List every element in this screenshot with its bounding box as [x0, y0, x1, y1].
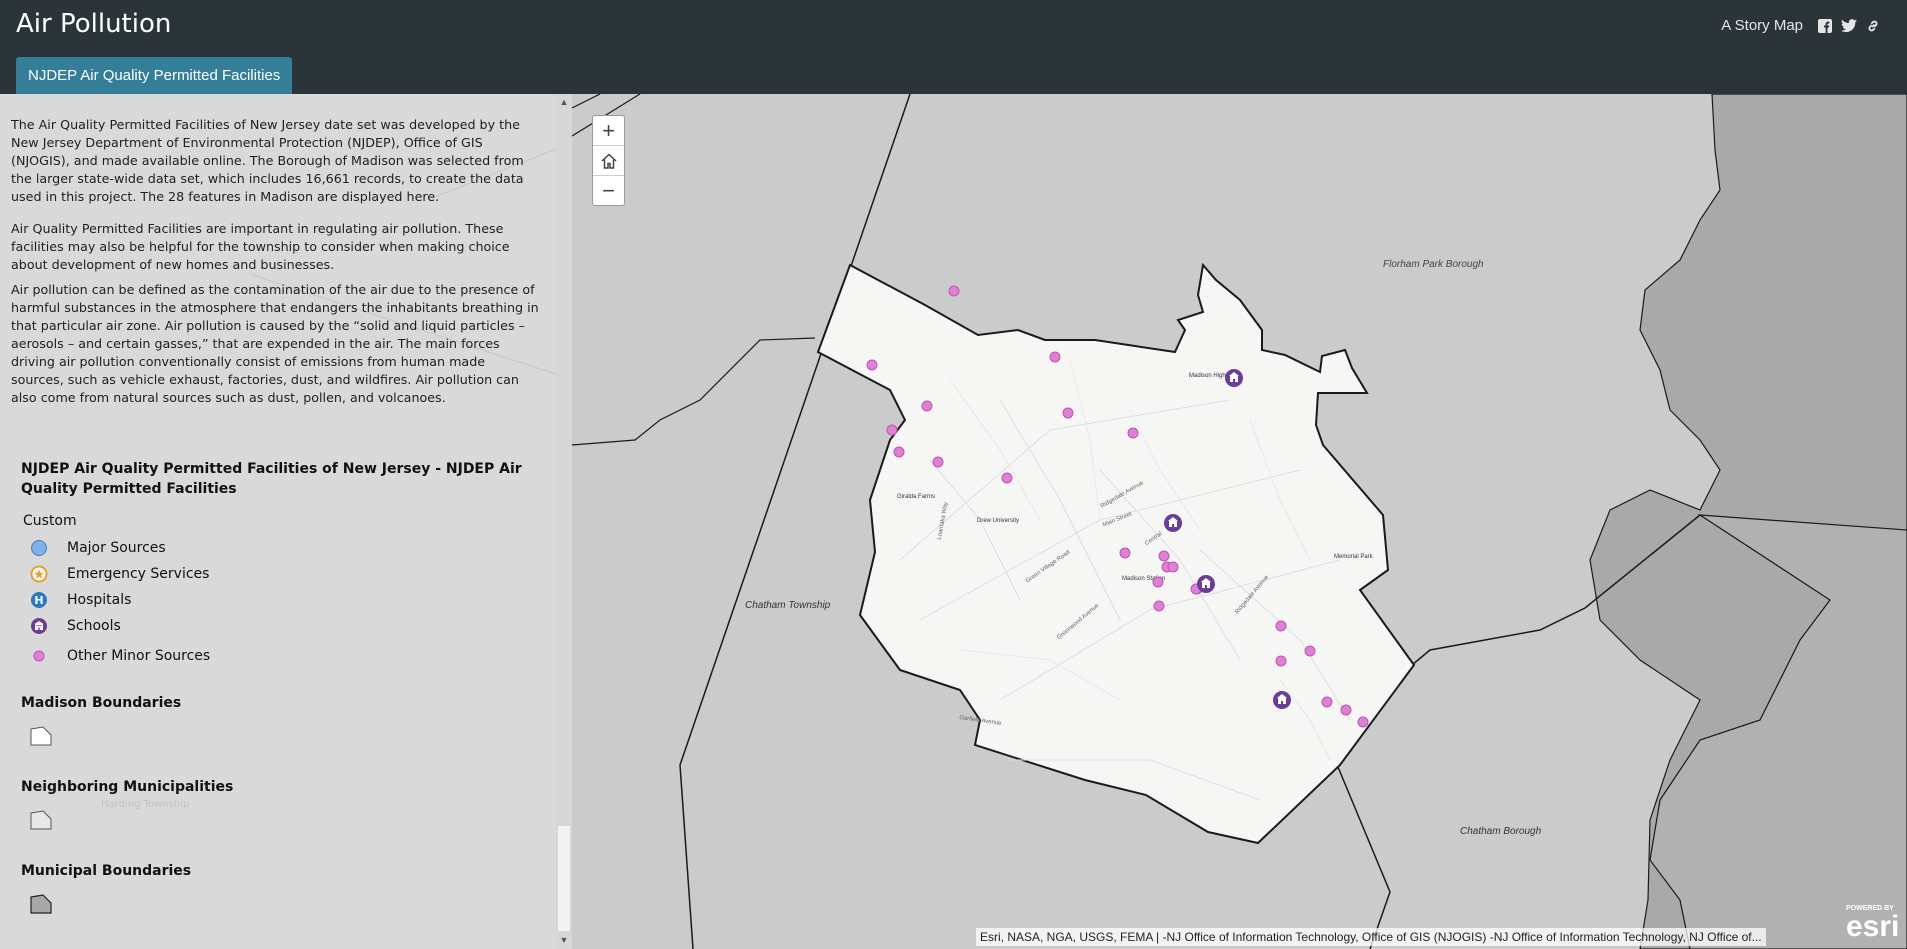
minor-source-marker[interactable]: [921, 400, 933, 412]
home-icon: [600, 152, 617, 169]
polygon-municipal-icon: [29, 893, 531, 919]
minor-source-marker[interactable]: [1062, 407, 1074, 419]
paragraph-importance: Air Quality Permitted Facilities are imp…: [11, 221, 510, 272]
map-legend: NJDEP Air Quality Permitted Facilities o…: [21, 459, 531, 919]
tab-air-quality-facilities[interactable]: NJDEP Air Quality Permitted Facilities: [16, 57, 293, 94]
legend-label: Schools: [67, 618, 121, 634]
minor-source-marker[interactable]: [1153, 600, 1165, 612]
svg-text:H: H: [34, 594, 43, 607]
zoom-in-button[interactable]: +: [593, 116, 624, 146]
minor-source-marker[interactable]: [886, 424, 898, 436]
legend-section-neighboring: Neighboring Municipalities: [21, 779, 234, 795]
home-button[interactable]: [593, 146, 624, 176]
facility-layer: [866, 285, 1369, 728]
minor-source-marker[interactable]: [1152, 576, 1164, 588]
legend-item-hospital: H Hospitals: [29, 587, 531, 613]
school-marker[interactable]: [1273, 691, 1291, 709]
side-description: The Air Quality Permitted Facilities of …: [11, 116, 541, 421]
scroll-up-icon[interactable]: ▲: [556, 94, 572, 110]
map-view[interactable]: Florham Park Borough Chatham Township Ch…: [572, 94, 1907, 949]
polygon-outline-icon: [29, 725, 531, 751]
zoom-control: + −: [592, 115, 625, 206]
esri-name: esri: [1846, 910, 1900, 943]
school-marker[interactable]: [1197, 575, 1215, 593]
side-panel: The Air Quality Permitted Facilities of …: [0, 94, 556, 949]
minor-source-marker[interactable]: [1304, 645, 1316, 657]
legend-section-madison: Madison Boundaries: [21, 695, 182, 711]
legend-title: NJDEP Air Quality Permitted Facilities o…: [21, 461, 522, 497]
legend-subtitle: Custom: [23, 513, 77, 529]
minor-source-marker[interactable]: [893, 446, 905, 458]
emergency-star-icon: [29, 564, 49, 584]
esri-logo[interactable]: POWERED BY esri: [1846, 905, 1904, 947]
minor-source-marker[interactable]: [1340, 704, 1352, 716]
minor-source-marker[interactable]: [948, 285, 960, 297]
minor-source-marker[interactable]: [1049, 351, 1061, 363]
paragraph-definition: Air pollution can be defined as the cont…: [11, 282, 539, 405]
paragraph-intro: The Air Quality Permitted Facilities of …: [11, 117, 524, 204]
legend-label: Other Minor Sources: [67, 648, 211, 664]
major-source-icon: [29, 538, 49, 558]
minor-source-marker[interactable]: [1001, 472, 1013, 484]
legend-item-minor: Other Minor Sources: [29, 643, 531, 669]
scroll-thumb[interactable]: [558, 826, 570, 931]
minor-source-marker[interactable]: [1167, 561, 1179, 573]
link-icon[interactable]: [1865, 18, 1881, 34]
legend-item-schools: Schools: [29, 613, 531, 639]
school-marker[interactable]: [1164, 514, 1182, 532]
school-marker[interactable]: [1225, 369, 1243, 387]
facebook-icon[interactable]: [1817, 18, 1833, 34]
school-icon: [29, 616, 49, 636]
legend-label: Hospitals: [67, 592, 132, 608]
minor-source-marker[interactable]: [866, 359, 878, 371]
minor-source-marker[interactable]: [1127, 427, 1139, 439]
minor-source-marker[interactable]: [1357, 716, 1369, 728]
story-map-link[interactable]: A Story Map: [1721, 17, 1803, 34]
legend-item-emergency: Emergency Services: [29, 561, 531, 587]
legend-section-municipal: Municipal Boundaries: [21, 863, 192, 879]
minor-source-marker[interactable]: [1275, 620, 1287, 632]
hospital-icon: H: [29, 590, 49, 610]
minor-source-marker[interactable]: [1158, 550, 1170, 562]
minor-source-marker[interactable]: [1119, 547, 1131, 559]
app-title: Air Pollution: [16, 9, 172, 39]
app-header: Air Pollution A Story Map NJDEP Air Qual…: [0, 0, 1907, 94]
minor-source-marker[interactable]: [1321, 696, 1333, 708]
legend-label: Emergency Services: [67, 566, 210, 582]
legend-label: Major Sources: [67, 540, 166, 556]
header-actions: A Story Map: [1721, 17, 1881, 34]
polygon-neighbor-icon: Harding Township: [29, 799, 531, 835]
sidebar-scrollbar[interactable]: ▲ ▼: [556, 94, 572, 949]
legend-item-major: Major Sources: [29, 535, 531, 561]
minor-source-marker[interactable]: [1275, 655, 1287, 667]
map-attribution[interactable]: Esri, NASA, NGA, USGS, FEMA | -NJ Office…: [976, 928, 1766, 946]
twitter-icon[interactable]: [1841, 18, 1857, 34]
scroll-down-icon[interactable]: ▼: [556, 932, 572, 948]
ghost-map-label: Harding Township: [101, 799, 190, 810]
minor-source-marker[interactable]: [932, 456, 944, 468]
zoom-out-button[interactable]: −: [593, 176, 624, 206]
minor-source-icon: [29, 646, 49, 666]
